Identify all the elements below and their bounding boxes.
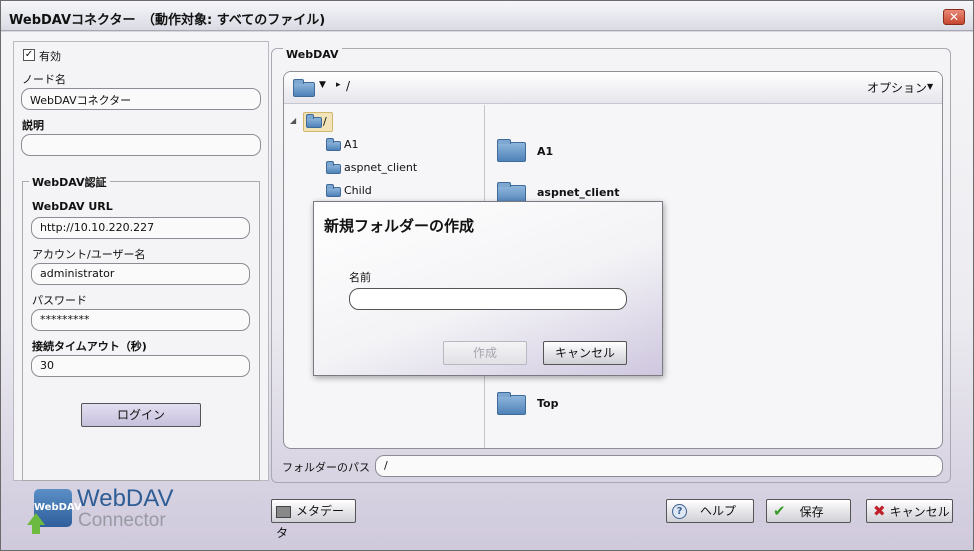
logo-text-connector: Connector	[78, 510, 166, 531]
cancel-x-icon: ✖	[873, 502, 886, 520]
node-name-label: ノード名	[22, 73, 66, 86]
login-button[interactable]: ログイン	[81, 403, 201, 427]
tree-item-a1[interactable]: A1	[344, 138, 359, 151]
toolbar-path[interactable]: /	[346, 79, 350, 93]
auth-group-title: WebDAV認証	[29, 174, 110, 190]
save-button-label: 保存	[799, 505, 824, 519]
dialog-cancel-button[interactable]: キャンセル	[543, 341, 627, 365]
folder-path-field[interactable]: /	[375, 455, 943, 477]
account-label: アカウント/ユーザー名	[32, 248, 146, 261]
checkmark-icon: ✔	[773, 502, 786, 520]
webdav-connector-dialog: WebDAVコネクター （動作対象: すべてのファイル) ✕ ✓ 有効 ノード名…	[0, 0, 974, 551]
path-separator-icon: ▸	[336, 80, 341, 90]
description-label: 説明	[22, 119, 44, 132]
url-label: WebDAV URL	[32, 200, 113, 213]
url-field[interactable]: http://10.10.220.227	[31, 217, 250, 239]
help-icon: ?	[672, 504, 687, 519]
new-folder-dialog-title: 新規フォルダーの作成	[324, 217, 475, 235]
tree-folder-icon	[326, 138, 341, 151]
tree-root-folder-icon	[306, 114, 322, 128]
tree-folder-icon	[326, 184, 341, 197]
logo-text-webdav: WebDAV	[77, 485, 174, 512]
password-field[interactable]: *********	[31, 309, 250, 331]
close-button[interactable]: ✕	[943, 9, 965, 25]
grid-item-top[interactable]: Top	[537, 397, 558, 410]
tree-item-aspnet-client[interactable]: aspnet_client	[344, 161, 417, 174]
grid-folder-icon[interactable]	[497, 392, 526, 415]
tree-collapse-icon[interactable]: ◢	[290, 116, 296, 125]
timeout-field[interactable]: 30	[31, 355, 250, 377]
folder-menu-dropdown-icon[interactable]: ▼	[319, 80, 326, 90]
webdav-group-title: WebDAV	[283, 48, 342, 61]
tree-root-label[interactable]: /	[323, 115, 327, 128]
account-field[interactable]: administrator	[31, 263, 250, 285]
tree-folder-icon	[326, 161, 341, 174]
help-button-label: ヘルプ	[700, 504, 737, 518]
window-title: WebDAVコネクター （動作対象: すべてのファイル)	[9, 13, 326, 28]
enabled-checkbox[interactable]: ✓	[23, 49, 35, 61]
description-field[interactable]	[21, 134, 261, 156]
enabled-label: 有効	[39, 50, 61, 63]
help-button[interactable]: ? ヘルプ	[666, 499, 754, 523]
folder-name-input[interactable]	[349, 288, 627, 310]
grid-item-aspnet-client[interactable]: aspnet_client	[537, 186, 620, 199]
password-label: パスワード	[32, 294, 87, 307]
new-folder-dialog: 新規フォルダーの作成 名前 作成 キャンセル	[313, 201, 663, 376]
upload-arrow-stem	[32, 524, 40, 534]
grid-item-a1[interactable]: A1	[537, 145, 553, 158]
metadata-button[interactable]: メタデータ	[271, 499, 356, 540]
cancel-button[interactable]: ✖ キャンセル	[866, 499, 953, 523]
folder-path-label: フォルダーのパス	[282, 461, 370, 474]
timeout-label: 接続タイムアウト（秒)	[32, 340, 147, 353]
create-button[interactable]: 作成	[443, 341, 527, 365]
browser-toolbar: ▼ ▸ / オプション ▼	[284, 72, 942, 104]
folder-name-label: 名前	[349, 271, 371, 284]
node-name-field[interactable]: WebDAVコネクター	[21, 88, 261, 110]
tree-item-child[interactable]: Child	[344, 184, 372, 197]
options-menu[interactable]: オプション	[867, 79, 927, 96]
folder-menu-icon[interactable]	[293, 79, 315, 97]
cancel-button-label: キャンセル	[889, 505, 950, 519]
metadata-icon	[276, 505, 291, 518]
options-dropdown-icon[interactable]: ▼	[927, 82, 933, 91]
save-button[interactable]: ✔ 保存	[766, 499, 851, 523]
grid-folder-icon[interactable]	[497, 139, 526, 162]
title-bar: WebDAVコネクター （動作対象: すべてのファイル) ✕	[1, 1, 973, 31]
